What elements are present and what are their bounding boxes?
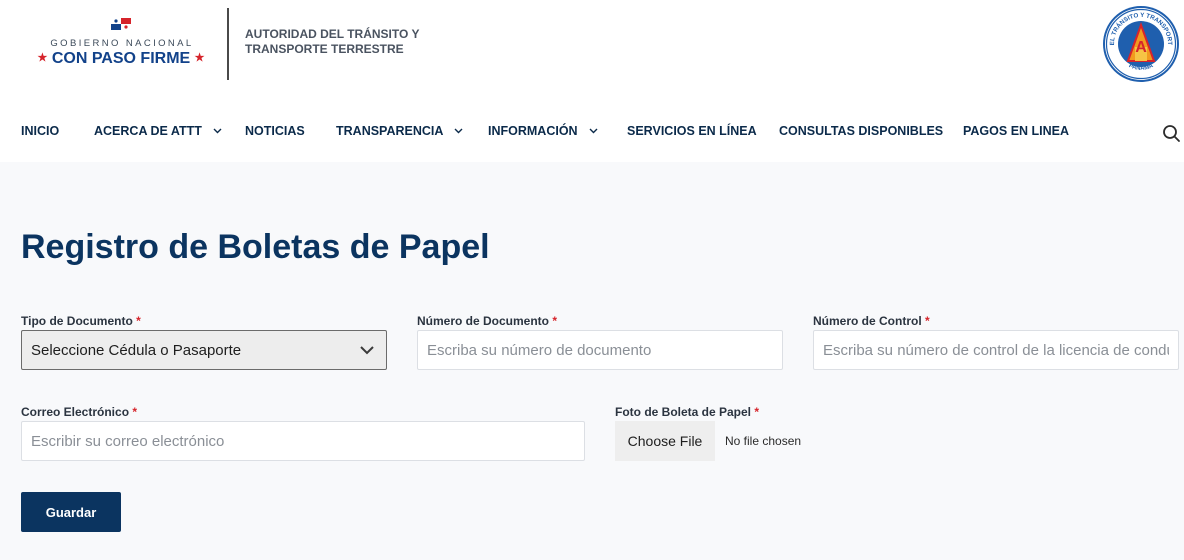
site-header: GOBIERNO NACIONAL ★ CON PASO FIRME ★ AUT…: [0, 0, 1184, 162]
nav-item-inicio[interactable]: INICIO: [21, 124, 59, 138]
seal-letter: A: [1135, 39, 1147, 56]
doc-number-input[interactable]: [417, 330, 783, 370]
agency-name-line2: TRANSPORTE TERRESTRE: [245, 42, 404, 56]
doc-type-label: Tipo de Documento *: [21, 314, 141, 328]
required-mark: *: [754, 405, 760, 419]
doc-type-label-text: Tipo de Documento: [21, 314, 133, 328]
choose-file-button[interactable]: Choose File: [615, 421, 715, 461]
control-number-label-text: Número de Control: [813, 314, 922, 328]
agency-name-line1: AUTORIDAD DEL TRÁNSITO Y: [245, 27, 420, 41]
nav-item-acerca[interactable]: ACERCA DE ATTT: [94, 124, 222, 138]
required-mark: *: [132, 405, 138, 419]
doc-type-select[interactable]: Seleccione Cédula o Pasaporte: [21, 330, 387, 370]
required-mark: *: [552, 314, 558, 328]
header-divider: [227, 8, 229, 80]
control-number-input[interactable]: [813, 330, 1179, 370]
doc-number-label: Número de Documento *: [417, 314, 557, 328]
email-label: Correo Electrónico *: [21, 405, 137, 419]
star-icon: ★: [37, 52, 48, 64]
nav-item-servicios[interactable]: SERVICIOS EN LÍNEA: [627, 124, 757, 138]
nav-item-transparencia[interactable]: TRANSPARENCIA: [336, 124, 463, 138]
nav-item-label: TRANSPARENCIA: [336, 124, 443, 138]
search-icon[interactable]: [1160, 122, 1182, 144]
chevron-down-icon: [454, 128, 463, 134]
page-title: Registro de Boletas de Papel: [21, 228, 490, 266]
gobierno-slogan: ★ CON PASO FIRME ★: [34, 50, 208, 68]
nav-item-label: PAGOS EN LINEA: [963, 124, 1070, 138]
doc-number-label-text: Número de Documento: [417, 314, 550, 328]
control-number-label: Número de Control *: [813, 314, 930, 328]
nav-item-label: NOTICIAS: [245, 124, 305, 138]
nav-item-label: INFORMACIÓN: [488, 124, 578, 138]
nav-item-consultas[interactable]: CONSULTAS DISPONIBLES: [779, 124, 943, 138]
photo-label-text: Foto de Boleta de Papel: [615, 405, 752, 419]
panama-flag-icon: [111, 18, 131, 30]
nav-item-noticias[interactable]: NOTICIAS: [245, 124, 305, 138]
save-button[interactable]: Guardar: [21, 492, 121, 532]
email-input[interactable]: [21, 421, 585, 461]
nav-item-label: ACERCA DE ATTT: [94, 124, 202, 138]
photo-label: Foto de Boleta de Papel *: [615, 405, 759, 419]
main-navigation: INICIO ACERCA DE ATTT NOTICIAS TRANSPARE…: [0, 118, 1184, 146]
nav-item-informacion[interactable]: INFORMACIÓN: [488, 124, 598, 138]
star-icon: ★: [194, 52, 205, 64]
required-mark: *: [136, 314, 141, 328]
nav-item-label: SERVICIOS EN LÍNEA: [627, 124, 757, 138]
doc-type-selected-value: Seleccione Cédula o Pasaporte: [31, 342, 242, 359]
chevron-down-icon: [360, 346, 374, 355]
attt-seal-logo[interactable]: AUTORIDAD DEL TRÁNSITO Y TRANSPORTE TERR…: [1102, 5, 1180, 83]
nav-item-label: CONSULTAS DISPONIBLES: [779, 124, 944, 138]
email-label-text: Correo Electrónico: [21, 405, 130, 419]
nav-item-label: INICIO: [21, 124, 60, 138]
agency-name[interactable]: AUTORIDAD DEL TRÁNSITO Y TRANSPORTE TERR…: [245, 27, 445, 57]
gobierno-nacional-logo[interactable]: GOBIERNO NACIONAL ★ CON PASO FIRME ★: [34, 16, 208, 72]
gobierno-slogan-text: CON PASO FIRME: [51, 50, 191, 67]
chevron-down-icon: [589, 128, 598, 134]
required-mark: *: [925, 314, 930, 328]
nav-item-pagos[interactable]: PAGOS EN LINEA: [963, 124, 1069, 138]
chevron-down-icon: [213, 128, 222, 134]
file-status-text: No file chosen: [725, 434, 802, 448]
gobierno-nacional-text: GOBIERNO NACIONAL: [50, 38, 194, 49]
